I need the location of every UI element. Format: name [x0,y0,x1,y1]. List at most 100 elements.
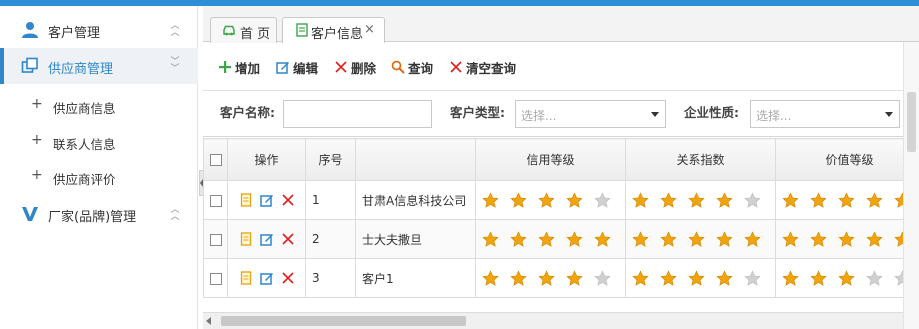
star-filled-icon[interactable] [688,230,705,248]
row-checkbox[interactable] [209,233,222,246]
star-empty-icon[interactable] [744,269,761,287]
star-filled-icon[interactable] [510,191,527,209]
table-row[interactable]: 2 士大夫撒旦 [203,219,919,259]
star-empty-icon[interactable] [866,269,883,287]
tab-customer-info[interactable]: 客户信息 × [282,17,385,43]
sidebar-item-contact-info[interactable]: + 联系人信息 [0,126,198,156]
tab-label: 客户信息 [311,27,364,42]
star-filled-icon[interactable] [838,191,855,209]
star-filled-icon[interactable] [594,230,611,248]
star-filled-icon[interactable] [716,191,733,209]
star-filled-icon[interactable] [538,230,555,248]
star-filled-icon[interactable] [716,230,733,248]
star-filled-icon[interactable] [866,191,883,209]
sidebar-item-supplier-info[interactable]: + 供应商信息 [0,90,198,120]
star-filled-icon[interactable] [810,269,827,287]
close-icon [335,61,347,73]
edit-icon[interactable] [259,193,274,207]
star-filled-icon[interactable] [566,191,583,209]
chevron-down-icon[interactable]: ﹀ ﹀ [170,58,180,74]
add-button[interactable]: 增加 [218,58,260,76]
star-filled-icon[interactable] [660,269,677,287]
edit-button[interactable]: 编辑 [276,58,318,76]
star-filled-icon[interactable] [782,269,799,287]
chevron-up-icon[interactable]: ︿ ︿ [170,206,180,222]
star-filled-icon[interactable] [632,230,649,248]
plus-icon: + [31,167,43,183]
star-filled-icon[interactable] [866,230,883,248]
star-filled-icon[interactable] [782,230,799,248]
star-filled-icon[interactable] [538,191,555,209]
table-row[interactable]: 3 客户1 [203,258,919,298]
scrollbar-thumb[interactable] [221,316,466,326]
customer-name-label: 客户名称: [220,105,275,120]
row-customer-name: 客户1 [355,258,476,298]
star-filled-icon[interactable] [482,269,499,287]
star-filled-icon[interactable] [566,230,583,248]
star-filled-icon[interactable] [744,230,761,248]
row-select-cell[interactable] [203,258,228,298]
row-customer-name: 甘肃A信息科技公司 [355,180,476,220]
star-filled-icon[interactable] [688,191,705,209]
star-filled-icon[interactable] [566,269,583,287]
edit-icon[interactable] [259,271,274,285]
sidebar-group-brand[interactable]: 厂家(品牌)管理 ︿ ︿ [0,196,198,232]
tab-home[interactable]: 首 页 [210,17,277,43]
row-select-cell[interactable] [203,180,228,220]
star-empty-icon[interactable] [744,191,761,209]
sidebar-item-supplier-review[interactable]: + 供应商评价 [0,161,198,191]
star-filled-icon[interactable] [688,269,705,287]
star-filled-icon[interactable] [538,269,555,287]
star-filled-icon[interactable] [482,191,499,209]
customer-grid: 操作 序号 信用等级 关系指数 价值等级 1 甘肃A信息科技公司 2 士大夫撒旦 3 客户… [203,138,919,312]
delete-icon[interactable] [281,232,295,246]
table-row[interactable]: 1 甘肃A信息科技公司 [203,180,919,220]
star-filled-icon[interactable] [810,191,827,209]
edit-icon[interactable] [259,232,274,246]
chevron-up-icon[interactable]: ︿ ︿ [170,22,180,38]
star-filled-icon[interactable] [810,230,827,248]
customer-name-input[interactable] [283,100,432,128]
star-filled-icon[interactable] [660,230,677,248]
view-document-icon[interactable] [239,193,253,207]
star-filled-icon[interactable] [510,269,527,287]
select-all-cell[interactable] [203,138,228,181]
search-icon [391,60,405,74]
view-document-icon[interactable] [239,271,253,285]
star-filled-icon[interactable] [782,191,799,209]
row-value-rating [775,258,919,298]
scroll-left-icon[interactable] [206,317,211,325]
star-filled-icon[interactable] [838,269,855,287]
row-checkbox[interactable] [209,272,222,285]
clear-query-button[interactable]: 清空查询 [449,58,516,76]
view-document-icon[interactable] [239,232,253,246]
sidebar-group-supplier[interactable]: 供应商管理 ﹀ ﹀ [0,48,198,84]
delete-icon[interactable] [281,271,295,285]
customer-type-select[interactable]: 选择... [515,100,666,128]
star-filled-icon[interactable] [510,230,527,248]
star-filled-icon[interactable] [632,269,649,287]
row-index: 2 [305,219,356,259]
star-filled-icon[interactable] [660,191,677,209]
delete-button[interactable]: 删除 [334,58,376,76]
vertical-scrollbar[interactable] [903,42,919,329]
row-checkbox[interactable] [209,194,222,207]
horizontal-scrollbar[interactable] [203,312,919,329]
close-icon [450,61,462,73]
star-filled-icon[interactable] [716,269,733,287]
column-header-actions: 操作 [227,138,306,181]
row-select-cell[interactable] [203,219,228,259]
close-icon[interactable]: × [364,22,375,37]
star-filled-icon[interactable] [632,191,649,209]
star-empty-icon[interactable] [594,191,611,209]
query-button[interactable]: 查询 [391,58,433,76]
select-all-checkbox[interactable] [209,154,222,166]
delete-icon[interactable] [281,193,295,207]
star-filled-icon[interactable] [838,230,855,248]
caret-down-icon [651,112,659,117]
star-empty-icon[interactable] [594,269,611,287]
enterprise-nature-select[interactable]: 选择... [750,100,900,128]
sidebar-group-customer[interactable]: 客户管理 ︿ ︿ [0,12,198,48]
star-filled-icon[interactable] [482,230,499,248]
scrollbar-thumb[interactable] [907,92,916,152]
